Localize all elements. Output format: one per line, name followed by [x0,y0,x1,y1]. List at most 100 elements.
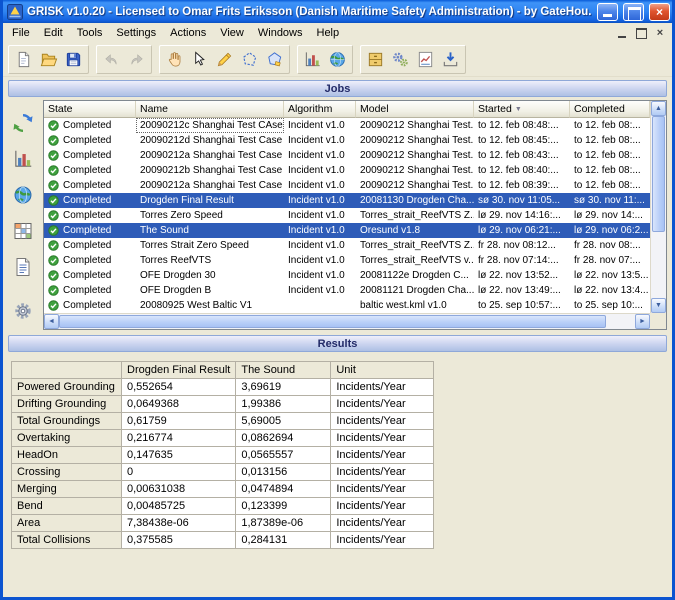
job-row[interactable]: Completed20090212b Shanghai Test CaseInc… [44,163,650,178]
job-algorithm: Incident v1.0 [284,238,356,253]
results-row: Powered Grounding0,5526543,69619Incident… [12,379,434,396]
results-area: Drogden Final ResultThe SoundUnitPowered… [3,355,672,597]
job-row[interactable]: Completed20090212c Shanghai Test CAseInc… [44,118,650,133]
column-header-algorithm[interactable]: Algorithm [284,101,356,118]
vertical-scroll-track[interactable] [651,116,666,298]
job-algorithm: Incident v1.0 [284,178,356,193]
globe-icon[interactable] [325,47,350,72]
grid-view-icon[interactable] [10,218,36,244]
horizontal-scroll-track[interactable] [59,314,635,329]
scroll-up-button[interactable]: ▲ [651,101,666,116]
job-row[interactable]: CompletedTorres Strait Zero SpeedInciden… [44,238,650,253]
job-completed: to 12. feb 08:... [570,148,650,163]
job-state-label: Completed [63,285,111,296]
report-view-icon[interactable] [10,254,36,280]
job-model: baltic west.kml v1.0 [356,298,474,313]
app-icon[interactable] [7,4,23,20]
polygon-select-icon[interactable] [237,47,262,72]
settings-icon[interactable] [10,298,36,324]
column-header-state[interactable]: State [44,101,136,118]
menu-windows[interactable]: Windows [251,24,310,42]
select-icon[interactable] [187,47,212,72]
job-algorithm: Incident v1.0 [284,193,356,208]
job-model: 20081122e Drogden C... [356,268,474,283]
undo-icon[interactable] [99,47,124,72]
save-icon[interactable] [61,47,86,72]
job-row[interactable]: CompletedTorres ReefVTSIncident v1.0Torr… [44,253,650,268]
job-row[interactable]: Completed20090212a Shanghai Test CaseInc… [44,178,650,193]
job-row[interactable]: Completed20080925 West Baltic V1baltic w… [44,298,650,313]
column-header-started[interactable]: Started▼ [474,101,570,118]
job-state-label: Completed [63,270,111,281]
title-bar[interactable]: GRISK v1.0.20 - Licensed to Omar Frits E… [3,0,672,23]
redo-icon[interactable] [124,47,149,72]
results-row: Merging0,006310380,0474894Incidents/Year [12,481,434,498]
column-header-model[interactable]: Model [356,101,474,118]
job-algorithm: Incident v1.0 [284,283,356,298]
job-state-cell: Completed [44,193,136,208]
scroll-down-button[interactable]: ▼ [651,298,666,313]
jobs-view-icon[interactable] [10,110,36,136]
jobs-vertical-scrollbar[interactable]: ▲ ▼ [650,101,666,313]
edit-icon[interactable] [212,47,237,72]
menu-help[interactable]: Help [310,24,347,42]
toolbar-group [159,45,290,74]
column-header-completed[interactable]: Completed [570,101,650,118]
pan-icon[interactable] [162,47,187,72]
job-row[interactable]: Completed20090212a Shanghai Test CaseInc… [44,148,650,163]
mdi-minimize-button[interactable] [614,26,630,40]
job-name: 20090212a Shanghai Test Case [136,178,284,193]
scroll-right-button[interactable]: ► [635,314,650,329]
job-row[interactable]: CompletedThe SoundIncident v1.0Oresund v… [44,223,650,238]
archive-icon[interactable] [363,47,388,72]
chart-icon[interactable] [300,47,325,72]
menu-edit[interactable]: Edit [37,24,70,42]
export-icon[interactable] [438,47,463,72]
job-state-cell: Completed [44,148,136,163]
vertical-scroll-thumb[interactable] [652,116,665,232]
job-model: Oresund v1.8 [356,223,474,238]
job-row[interactable]: Completed20090212d Shanghai Test CaseInc… [44,133,650,148]
map-view-icon[interactable] [10,182,36,208]
chart-view-icon[interactable] [10,146,36,172]
job-started: fr 28. nov 07:14:... [474,253,570,268]
job-row[interactable]: CompletedOFE Drogden 30Incident v1.02008… [44,268,650,283]
polygon-edit-icon[interactable] [262,47,287,72]
results-section-title: Results [318,338,358,350]
job-algorithm: Incident v1.0 [284,163,356,178]
job-name: Drogden Final Result [136,193,284,208]
column-header-name[interactable]: Name [136,101,284,118]
job-row[interactable]: Completed Drogden Final ResultIncident v1… [44,193,650,208]
results-row: HeadOn0,1476350,0565557Incidents/Year [12,447,434,464]
results-cell: Incidents/Year [331,515,434,532]
results-row: Total Groundings0,617595,69005Incidents/… [12,413,434,430]
results-cell: 0,552654 [122,379,236,396]
open-icon[interactable] [36,47,61,72]
horizontal-scroll-thumb[interactable] [59,315,606,328]
job-started: to 12. feb 08:48:... [474,118,570,133]
job-row[interactable]: CompletedTorres Zero SpeedIncident v1.0T… [44,208,650,223]
job-state-label: Completed [63,135,111,146]
menu-file[interactable]: File [5,24,37,42]
close-button[interactable]: × [649,3,670,21]
job-algorithm: Incident v1.0 [284,268,356,283]
job-started: lø 22. nov 13:49:... [474,283,570,298]
menu-settings[interactable]: Settings [109,24,163,42]
new-icon[interactable] [11,47,36,72]
menu-tools[interactable]: Tools [70,24,110,42]
job-started: lø 29. nov 06:21:... [474,223,570,238]
job-row[interactable]: CompletedOFE Drogden BIncident v1.020081… [44,283,650,298]
job-state-label: Completed [63,195,111,206]
minimize-button[interactable] [597,3,618,21]
menu-actions[interactable]: Actions [163,24,213,42]
report-icon[interactable] [413,47,438,72]
scroll-left-button[interactable]: ◄ [44,314,59,329]
gears-icon[interactable] [388,47,413,72]
menu-view[interactable]: View [213,24,251,42]
jobs-table-header: StateNameAlgorithmModelStarted▼Completed [44,101,650,118]
menu-items: FileEditToolsSettingsActionsViewWindowsH… [5,24,346,42]
maximize-button[interactable] [623,3,644,21]
mdi-close-button[interactable]: × [652,26,668,40]
jobs-horizontal-scrollbar[interactable]: ◄ ► [44,313,650,329]
mdi-restore-button[interactable] [633,26,649,40]
